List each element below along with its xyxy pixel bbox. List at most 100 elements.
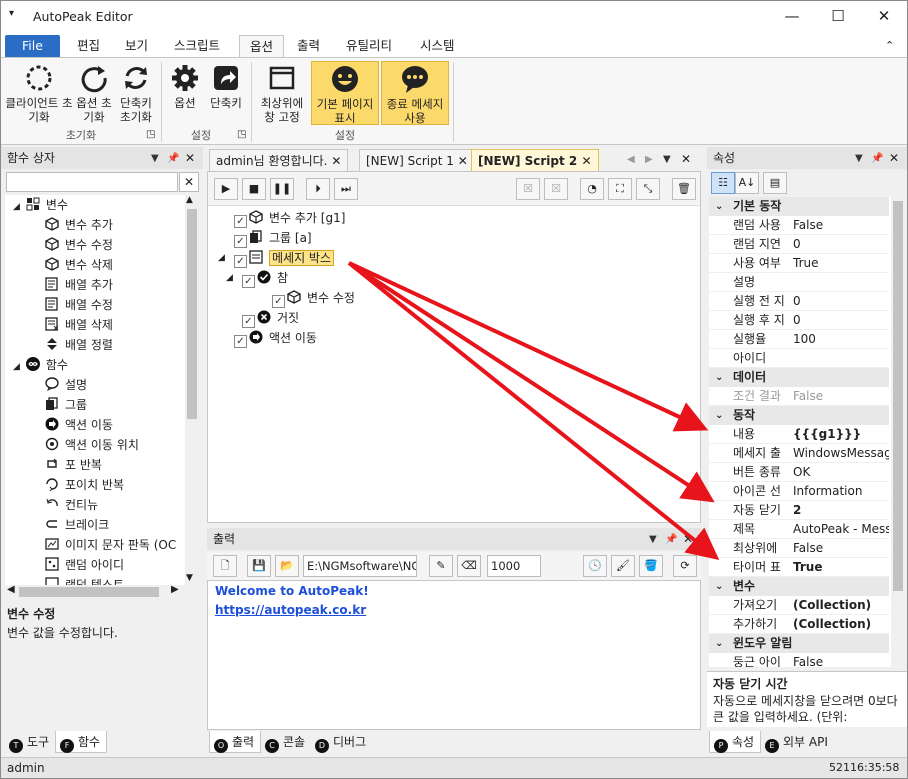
tab-debug[interactable]: D 디버그 — [311, 731, 372, 753]
close-panel-icon[interactable]: ✕ — [683, 528, 693, 550]
tab-edit[interactable]: 편집 — [67, 35, 110, 57]
tree-item[interactable]: 이미지 문자 판독 (OC — [45, 535, 176, 555]
output-path-input[interactable]: E:\NGMsoftware\NG — [303, 555, 417, 577]
shortcut-init-button[interactable]: 단축키 초기화 — [115, 62, 157, 124]
clock-button[interactable]: 🕓 — [583, 555, 607, 577]
fill-button[interactable]: 🪣 — [639, 555, 663, 577]
property-value[interactable]: OK — [793, 463, 889, 481]
action-checkbox[interactable]: ✓ — [242, 315, 255, 328]
refresh-button[interactable]: ⟳ — [673, 555, 697, 577]
tree-item[interactable]: 변수 추가 — [45, 215, 113, 235]
property-row[interactable]: 최상위에 False — [709, 539, 889, 558]
tree-vscrollbar[interactable]: ▲ ▼ — [185, 195, 199, 585]
property-row[interactable]: 제목 AutoPeak - Messa — [709, 520, 889, 539]
tab-list-icon[interactable]: ▼ — [663, 154, 671, 165]
minimize-button[interactable]: — — [769, 1, 815, 32]
property-row[interactable]: 메세지 출 WindowsMessage — [709, 444, 889, 463]
expand-arrow-icon[interactable]: ◢ — [226, 268, 233, 288]
close-panel-icon[interactable]: ✕ — [185, 147, 195, 169]
pause-button[interactable]: ❚❚ — [270, 178, 294, 200]
tree-item[interactable]: 랜덤 텍스트 — [45, 575, 124, 585]
property-vscrollbar[interactable] — [891, 197, 905, 667]
doc-tab-script1[interactable]: [NEW] Script 1 ✕ — [359, 149, 475, 171]
save-button[interactable]: 💾 — [247, 555, 271, 577]
property-row[interactable]: 설명 — [709, 273, 889, 292]
expand-button[interactable]: ⛶ — [608, 178, 632, 200]
clear-search-button[interactable]: ✕ — [179, 172, 199, 192]
client-init-button[interactable]: 클라이언트 초기화 — [5, 62, 73, 124]
property-value[interactable]: AutoPeak - Messa — [793, 520, 889, 538]
tree-item[interactable]: 배열 추가 — [45, 275, 113, 295]
tab-options[interactable]: 옵션 — [239, 35, 285, 57]
property-value[interactable]: Information — [793, 482, 889, 500]
tree-item[interactable]: 배열 삭제 — [45, 315, 113, 335]
tree-item[interactable]: 액션 이동 — [45, 415, 113, 435]
scroll-right-icon[interactable]: ▶ — [171, 584, 179, 595]
property-value[interactable]: {{{g1}}} — [793, 425, 889, 443]
property-row[interactable]: 가져오기 (Collection) — [709, 596, 889, 615]
disabled-close-button[interactable]: ☒ — [516, 178, 540, 200]
property-row[interactable]: 아이콘 선 Information — [709, 482, 889, 501]
property-value[interactable]: (Collection) — [793, 615, 889, 633]
property-row[interactable]: 실행 전 지 0 — [709, 292, 889, 311]
scroll-thumb[interactable] — [187, 209, 197, 419]
tab-script[interactable]: 스크립트 — [164, 35, 230, 57]
tree-item[interactable]: 브레이크 — [45, 515, 109, 535]
close-panel-icon[interactable]: ✕ — [889, 147, 899, 169]
tab-functions[interactable]: F 함수 — [55, 731, 108, 753]
property-value[interactable]: 0 — [793, 292, 889, 310]
script-action-node[interactable]: ◢ ✓ 참 — [226, 268, 288, 288]
option-init-button[interactable]: 옵션 초기화 — [73, 62, 115, 124]
tab-output[interactable]: 출력 — [287, 35, 330, 57]
property-row[interactable]: 버튼 종류 OK — [709, 463, 889, 482]
property-value[interactable]: False — [793, 387, 889, 405]
doc-tab-welcome[interactable]: admin님 환영합니다. ✕ — [209, 149, 349, 171]
dialog-launcher-icon[interactable]: ◳ — [237, 129, 246, 140]
dialog-launcher-icon[interactable]: ◳ — [146, 129, 155, 140]
expand-arrow-icon[interactable]: ◢ — [13, 362, 20, 372]
delete-button[interactable]: 🗑 — [672, 178, 696, 200]
scroll-up-icon[interactable]: ▲ — [186, 195, 193, 205]
property-row[interactable]: 사용 여부 True — [709, 254, 889, 273]
clean-button[interactable]: ✎ — [429, 555, 453, 577]
property-row[interactable]: 내용 {{{g1}}} — [709, 425, 889, 444]
tree-item[interactable]: 배열 정렬 — [45, 335, 113, 355]
property-value[interactable]: WindowsMessage — [793, 444, 889, 462]
property-value[interactable]: True — [793, 558, 889, 576]
property-row[interactable]: 실행율 100 — [709, 330, 889, 349]
tab-output-panel[interactable]: O 출력 — [209, 731, 262, 753]
property-category[interactable]: ⌄ 동작 — [709, 406, 889, 425]
property-row[interactable]: 랜덤 사용 False — [709, 216, 889, 235]
tab-utility[interactable]: 유틸리티 — [336, 35, 402, 57]
action-checkbox[interactable]: ✓ — [234, 215, 247, 228]
chevron-down-icon[interactable]: ⌄ — [715, 634, 723, 653]
show-basic-page-button[interactable]: 기본 페이지 표시 — [311, 61, 379, 125]
tab-properties[interactable]: P 속성 — [709, 731, 762, 753]
collapse-button[interactable]: ⤡ — [636, 178, 660, 200]
property-value[interactable]: (Collection) — [793, 596, 889, 614]
interval-input[interactable]: 1000 — [487, 555, 541, 577]
tree-item[interactable]: 설명 — [45, 375, 87, 395]
run-step-button[interactable]: ⏭ — [334, 178, 358, 200]
expand-arrow-icon[interactable]: ◢ — [218, 248, 225, 268]
tree-item[interactable]: 배열 수정 — [45, 295, 113, 315]
action-checkbox[interactable]: ✓ — [234, 335, 247, 348]
property-row[interactable]: 실행 후 지 0 — [709, 311, 889, 330]
tab-view[interactable]: 보기 — [115, 35, 158, 57]
eraser-button[interactable]: ⌫ — [457, 555, 481, 577]
action-checkbox[interactable]: ✓ — [242, 275, 255, 288]
tree-item[interactable]: 랜덤 아이디 — [45, 555, 124, 575]
step-button[interactable]: ⏵ — [306, 178, 330, 200]
dropdown-icon[interactable]: ▼ — [151, 148, 159, 170]
tab-external-api[interactable]: E 외부 API — [761, 731, 834, 753]
chevron-down-icon[interactable]: ⌄ — [715, 577, 723, 596]
tree-category[interactable]: ◢ 변수 — [13, 195, 68, 215]
topmost-button[interactable]: 최상위에 창 고정 — [255, 62, 309, 124]
record-button[interactable]: ◔ — [580, 178, 604, 200]
pin-icon[interactable]: 📌 — [167, 148, 179, 170]
chevron-down-icon[interactable]: ⌄ — [715, 406, 723, 425]
chevron-down-icon[interactable]: ⌄ — [715, 197, 723, 216]
scroll-left-icon[interactable]: ◀ — [7, 584, 15, 595]
scroll-thumb[interactable] — [893, 201, 903, 591]
expand-arrow-icon[interactable]: ◢ — [13, 202, 20, 212]
